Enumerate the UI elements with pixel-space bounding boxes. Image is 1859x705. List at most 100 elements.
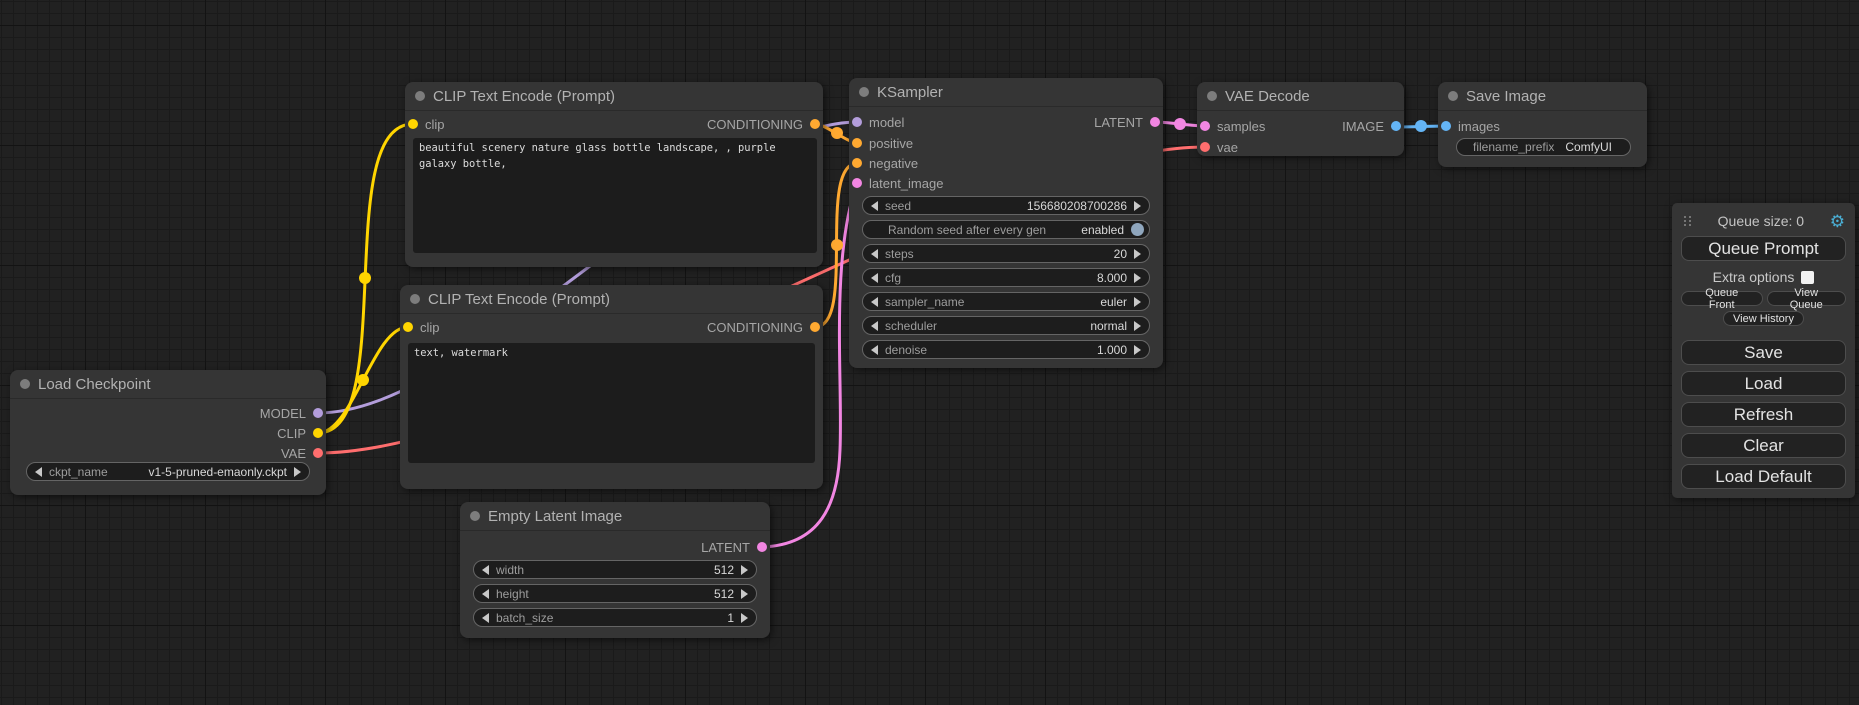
width-widget[interactable]: width 512 <box>473 560 757 579</box>
node-save-image[interactable]: Save Image images filename_prefix ComfyU… <box>1438 82 1647 167</box>
collapse-dot-icon[interactable] <box>470 511 480 521</box>
increment-arrow-icon[interactable] <box>741 565 748 575</box>
collapse-dot-icon[interactable] <box>415 91 425 101</box>
vae-input-port[interactable] <box>1200 142 1210 152</box>
clear-button[interactable]: Clear <box>1681 433 1846 458</box>
menu-header: Queue size: 0 ⚙ <box>1681 211 1846 231</box>
seed-widget[interactable]: seed 156680208700286 <box>862 196 1150 215</box>
prompt-textarea[interactable]: beautiful scenery nature glass bottle la… <box>413 138 817 253</box>
extra-options-checkbox[interactable] <box>1801 271 1814 284</box>
increment-arrow-icon[interactable] <box>741 613 748 623</box>
widget-value: 1.000 <box>1097 343 1127 357</box>
increment-arrow-icon[interactable] <box>1134 345 1141 355</box>
refresh-button[interactable]: Refresh <box>1681 402 1846 427</box>
node-empty-latent-image[interactable]: Empty Latent Image LATENT width 512 heig… <box>460 502 770 638</box>
latent-output-port[interactable] <box>1150 117 1160 127</box>
collapse-dot-icon[interactable] <box>20 379 30 389</box>
positive-input-port[interactable] <box>852 138 862 148</box>
node-titlebar[interactable]: Empty Latent Image <box>460 502 770 531</box>
load-button[interactable]: Load <box>1681 371 1846 396</box>
node-titlebar[interactable]: Load Checkpoint <box>10 370 326 399</box>
queue-front-button[interactable]: Queue Front <box>1681 291 1763 306</box>
widget-label: width <box>496 563 524 577</box>
widget-value: 156680208700286 <box>1027 199 1127 213</box>
node-titlebar[interactable]: KSampler <box>849 78 1163 107</box>
decrement-arrow-icon[interactable] <box>871 321 878 331</box>
increment-arrow-icon[interactable] <box>741 589 748 599</box>
model-output-port[interactable] <box>313 408 323 418</box>
clip-input-port[interactable] <box>403 322 413 332</box>
decrement-arrow-icon[interactable] <box>871 297 878 307</box>
collapse-dot-icon[interactable] <box>1448 91 1458 101</box>
input-row: clip <box>403 317 440 337</box>
denoise-widget[interactable]: denoise 1.000 <box>862 340 1150 359</box>
increment-arrow-icon[interactable] <box>1134 249 1141 259</box>
collapse-dot-icon[interactable] <box>410 294 420 304</box>
random-seed-toggle-widget[interactable]: Random seed after every gen enabled <box>862 220 1150 239</box>
scheduler-widget[interactable]: scheduler normal <box>862 316 1150 335</box>
conditioning-output-port[interactable] <box>810 119 820 129</box>
filename-prefix-widget[interactable]: filename_prefix ComfyUI <box>1456 138 1631 156</box>
decrement-arrow-icon[interactable] <box>871 345 878 355</box>
node-clip-text-encode-negative[interactable]: CLIP Text Encode (Prompt) clip CONDITION… <box>400 285 823 489</box>
increment-arrow-icon[interactable] <box>1134 201 1141 211</box>
gear-icon[interactable]: ⚙ <box>1830 213 1845 230</box>
node-titlebar[interactable]: Save Image <box>1438 82 1647 111</box>
node-title: VAE Decode <box>1225 88 1310 105</box>
node-titlebar[interactable]: CLIP Text Encode (Prompt) <box>405 82 823 111</box>
node-clip-text-encode-positive[interactable]: CLIP Text Encode (Prompt) clip CONDITION… <box>405 82 823 267</box>
model-input-port[interactable] <box>852 117 862 127</box>
latent-image-input-port[interactable] <box>852 178 862 188</box>
view-history-button[interactable]: View History <box>1723 311 1804 326</box>
images-input-port[interactable] <box>1441 121 1451 131</box>
negative-input-port[interactable] <box>852 158 862 168</box>
widget-label: scheduler <box>885 319 937 333</box>
load-default-button[interactable]: Load Default <box>1681 464 1846 489</box>
decrement-arrow-icon[interactable] <box>871 249 878 259</box>
cfg-widget[interactable]: cfg 8.000 <box>862 268 1150 287</box>
drag-handle-icon[interactable] <box>1684 216 1692 226</box>
node-titlebar[interactable]: VAE Decode <box>1197 82 1404 111</box>
increment-arrow-icon[interactable] <box>1134 297 1141 307</box>
steps-widget[interactable]: steps 20 <box>862 244 1150 263</box>
node-titlebar[interactable]: CLIP Text Encode (Prompt) <box>400 285 823 314</box>
decrement-arrow-icon[interactable] <box>871 201 878 211</box>
increment-arrow-icon[interactable] <box>294 467 301 477</box>
output-row: LATENT <box>701 537 767 557</box>
node-load-checkpoint[interactable]: Load Checkpoint MODEL CLIP VAE ckpt_name… <box>10 370 326 495</box>
graph-canvas[interactable]: Load Checkpoint MODEL CLIP VAE ckpt_name… <box>0 0 1859 705</box>
prompt-textarea[interactable]: text, watermark <box>408 343 815 463</box>
clip-input-port[interactable] <box>408 119 418 129</box>
input-row: positive <box>852 133 913 153</box>
toggle-knob-icon[interactable] <box>1131 223 1144 236</box>
increment-arrow-icon[interactable] <box>1134 321 1141 331</box>
ckpt-name-widget[interactable]: ckpt_name v1-5-pruned-emaonly.ckpt <box>26 462 310 481</box>
increment-arrow-icon[interactable] <box>1134 273 1141 283</box>
collapse-dot-icon[interactable] <box>859 87 869 97</box>
node-ksampler[interactable]: KSampler model LATENT positive negative … <box>849 78 1163 368</box>
decrement-arrow-icon[interactable] <box>482 589 489 599</box>
samples-input-port[interactable] <box>1200 121 1210 131</box>
save-button[interactable]: Save <box>1681 340 1846 365</box>
batch-size-widget[interactable]: batch_size 1 <box>473 608 757 627</box>
link-midpoint-dot <box>831 239 843 251</box>
decrement-arrow-icon[interactable] <box>482 565 489 575</box>
height-widget[interactable]: height 512 <box>473 584 757 603</box>
sampler-name-widget[interactable]: sampler_name euler <box>862 292 1150 311</box>
decrement-arrow-icon[interactable] <box>482 613 489 623</box>
vae-output-port[interactable] <box>313 448 323 458</box>
image-output-port[interactable] <box>1391 121 1401 131</box>
node-vae-decode[interactable]: VAE Decode samples IMAGE vae <box>1197 82 1404 156</box>
extra-options-row: Extra options <box>1681 269 1846 285</box>
decrement-arrow-icon[interactable] <box>871 273 878 283</box>
port-label: model <box>869 115 904 130</box>
queue-prompt-button[interactable]: Queue Prompt <box>1681 236 1846 261</box>
collapse-dot-icon[interactable] <box>1207 91 1217 101</box>
latent-output-port[interactable] <box>757 542 767 552</box>
widget-value: 512 <box>714 563 734 577</box>
clip-output-port[interactable] <box>313 428 323 438</box>
node-title: Load Checkpoint <box>38 376 151 393</box>
view-queue-button[interactable]: View Queue <box>1767 291 1846 306</box>
conditioning-output-port[interactable] <box>810 322 820 332</box>
decrement-arrow-icon[interactable] <box>35 467 42 477</box>
